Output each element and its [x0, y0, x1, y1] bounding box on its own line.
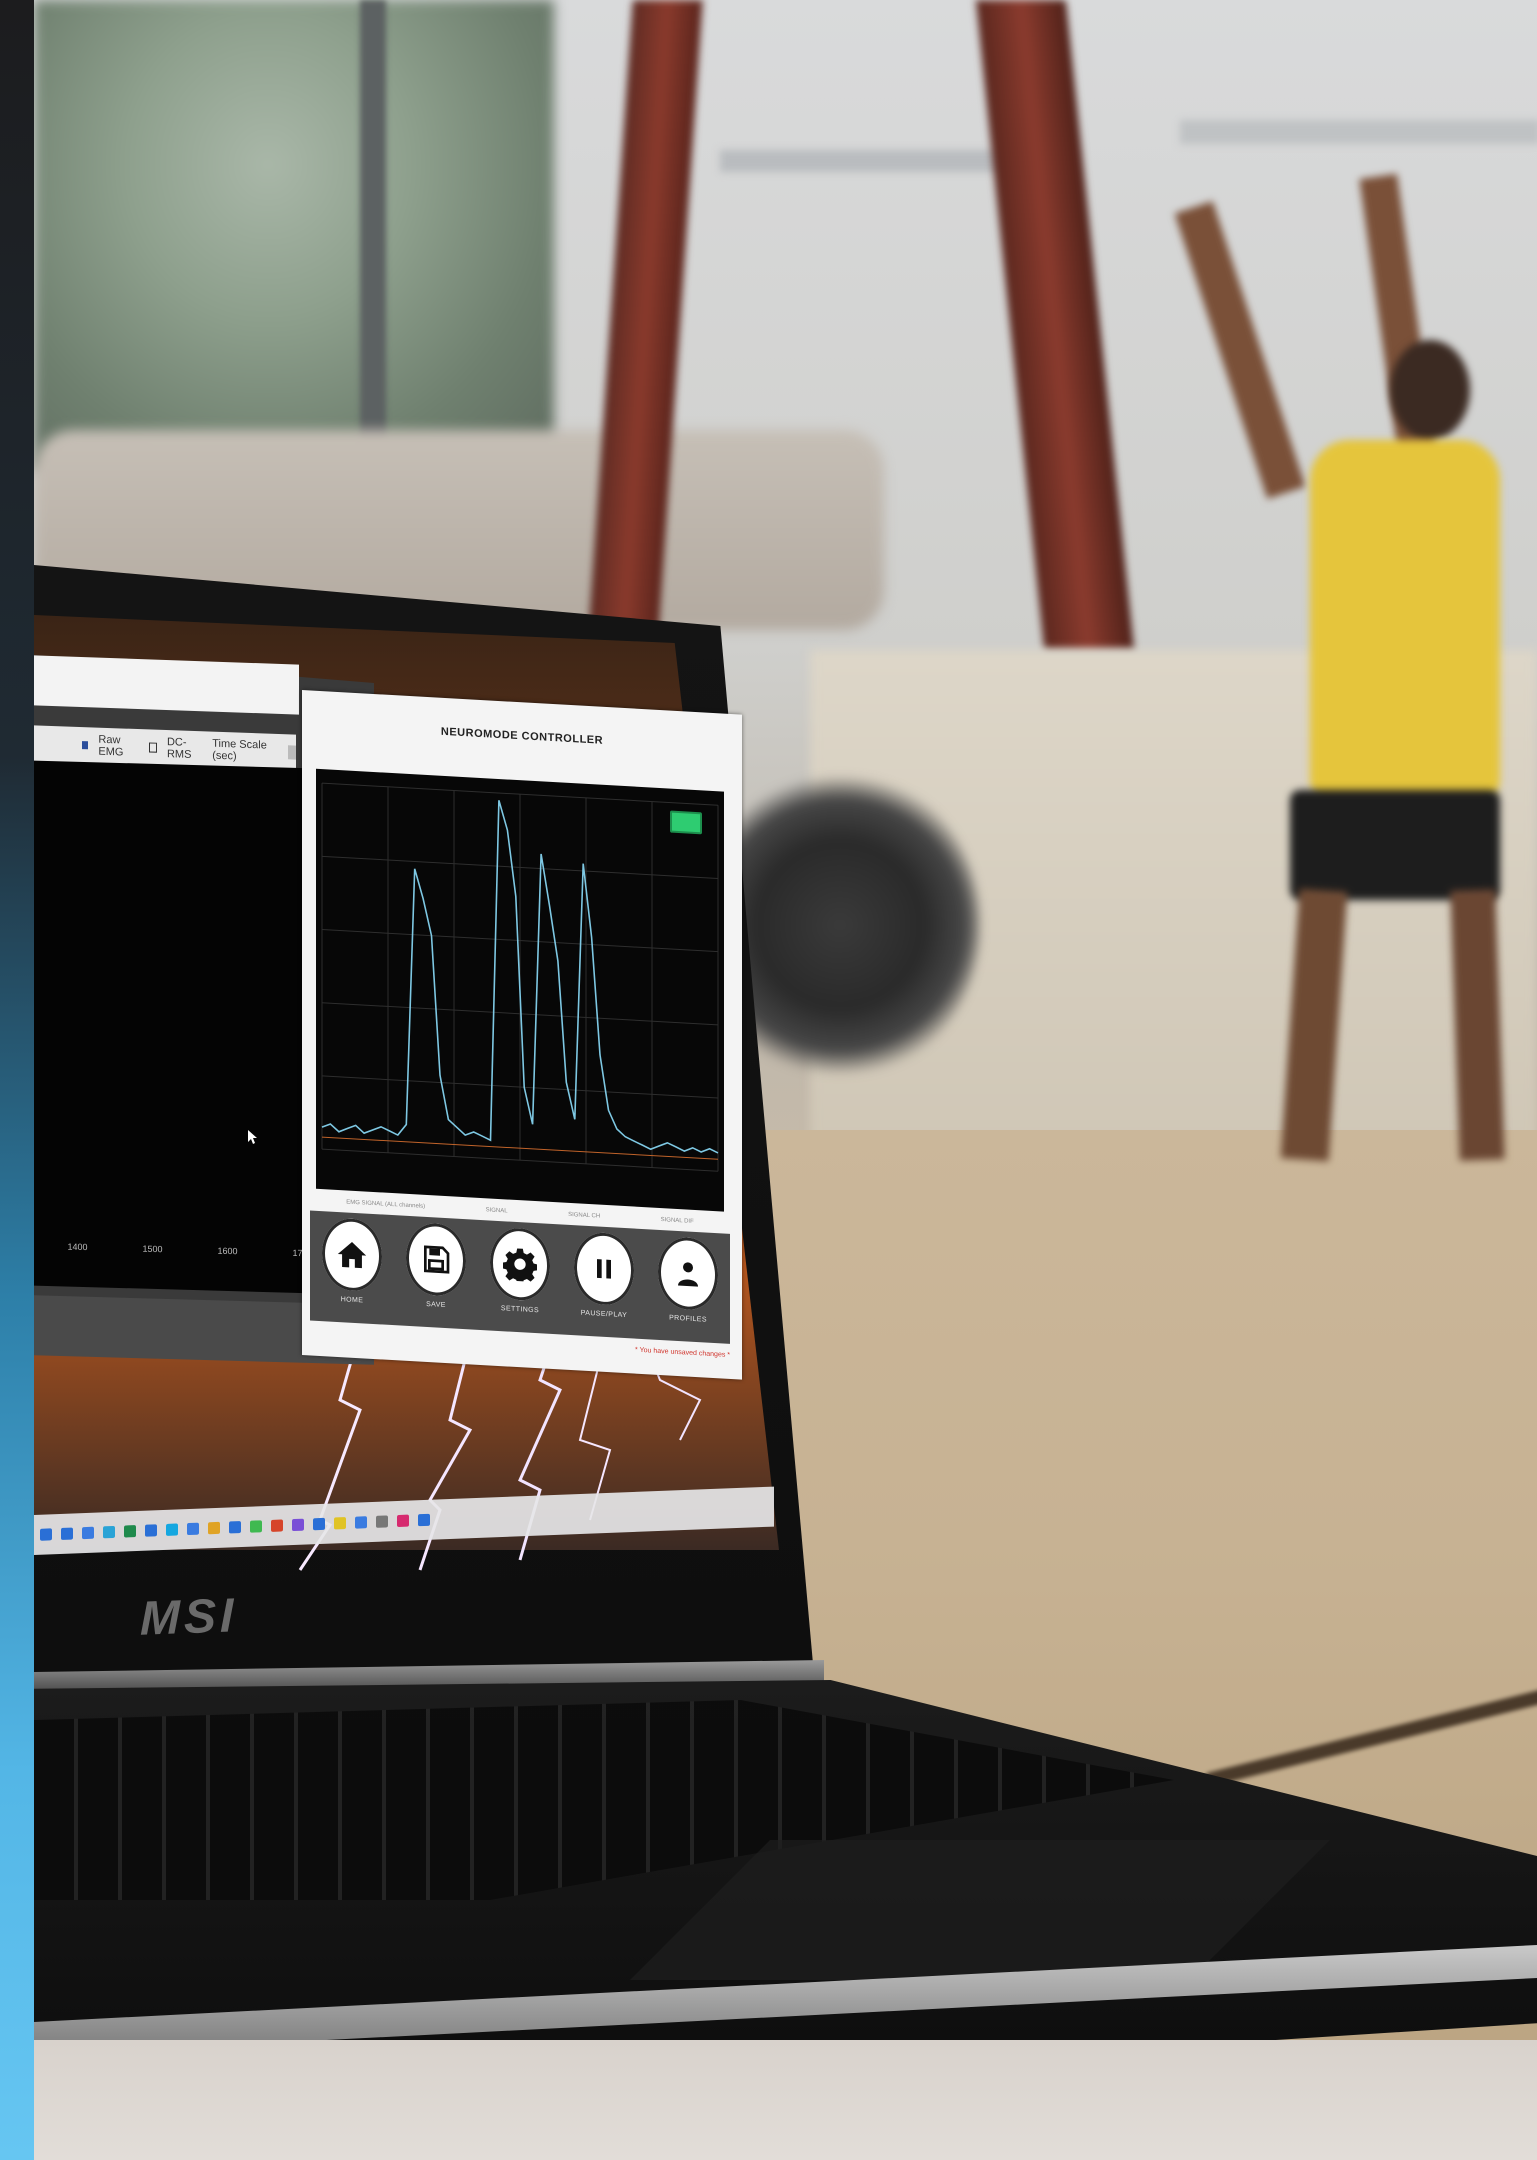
dc-rms-checkbox[interactable]	[148, 742, 157, 753]
taskbar-app-icon[interactable]	[103, 1525, 115, 1539]
person-head	[1390, 340, 1470, 440]
save-button-label: SAVE	[426, 1300, 446, 1310]
taskbar-app-icon[interactable]	[292, 1518, 304, 1532]
save-button[interactable]: SAVE	[403, 1221, 469, 1311]
home-button-circle	[322, 1217, 382, 1293]
pause-play-button[interactable]: PAUSE/PLAY	[571, 1231, 637, 1320]
taskbar-app-icon[interactable]	[334, 1517, 346, 1530]
emg-chart-svg	[321, 782, 719, 1172]
taskbar-app-icon[interactable]	[208, 1521, 220, 1535]
left-window-titlebar[interactable]	[34, 655, 299, 715]
mouse-cursor-icon	[248, 1130, 257, 1144]
taskbar-app-icon[interactable]	[61, 1527, 73, 1540]
table-surface	[34, 2040, 1537, 2160]
taskbar-app-icon[interactable]	[145, 1524, 157, 1537]
profiles-button-label: PROFILES	[669, 1314, 707, 1324]
taskbar-app-icon[interactable]	[271, 1519, 283, 1532]
taskbar-app-icon[interactable]	[418, 1513, 430, 1527]
controller-title: NEUROMODE CONTROLLER	[440, 725, 604, 747]
x-tick: 1600	[217, 1245, 238, 1257]
person-shorts	[1290, 790, 1500, 900]
controller-button-row: HOME SAVE SETTINGS PAUSE/PLAY PROFILES	[310, 1210, 730, 1344]
settings-button-circle	[490, 1226, 550, 1302]
save-button-circle	[406, 1221, 466, 1298]
pause-play-button-label: PAUSE/PLAY	[580, 1309, 628, 1320]
taskbar-app-icon[interactable]	[397, 1514, 409, 1528]
settings-button-label: SETTINGS	[500, 1305, 540, 1315]
legend-item: EMG SIGNAL (ALL channels)	[346, 1199, 426, 1210]
legend-item: SIGNAL	[485, 1207, 508, 1215]
window-frame	[360, 0, 386, 470]
pause-play-button-circle	[574, 1231, 634, 1307]
raw-emg-checkbox[interactable]	[82, 741, 89, 750]
legend-item: SIGNAL DIF	[660, 1217, 694, 1225]
blurred-window	[34, 0, 554, 470]
raw-emg-label: Raw EMG	[98, 733, 124, 759]
taskbar-app-icon[interactable]	[376, 1515, 388, 1528]
battery-icon	[670, 810, 702, 835]
taskbar-app-icon[interactable]	[355, 1516, 367, 1529]
taskbar-app-icon[interactable]	[40, 1528, 52, 1541]
left-gradient-border	[0, 0, 34, 2160]
emg-chart	[316, 768, 724, 1212]
person-leg	[1450, 889, 1505, 1161]
controller-window: NEUROMODE CONTROLLER EMG SIGNAL (ALL cha…	[302, 690, 742, 1380]
x-tick: 1400	[67, 1241, 88, 1253]
unsaved-changes-message: * You have unsaved changes *	[635, 1346, 730, 1359]
wall-shelf	[1180, 120, 1537, 144]
taskbar-app-icon[interactable]	[229, 1521, 241, 1534]
person-icon	[678, 1262, 698, 1287]
dc-rms-label: DC-RMS	[166, 736, 192, 761]
profiles-button[interactable]: PROFILES	[655, 1235, 721, 1325]
taskbar-app-icon[interactable]	[313, 1517, 325, 1531]
home-button-label: HOME	[340, 1296, 364, 1305]
taskbar-app-icon[interactable]	[82, 1526, 94, 1540]
time-scale-stepper[interactable]	[288, 745, 297, 760]
home-icon	[337, 1242, 367, 1269]
pause-icon	[597, 1259, 611, 1279]
taskbar-app-icon[interactable]	[250, 1520, 262, 1533]
taskbar-app-icon[interactable]	[166, 1523, 178, 1536]
home-button[interactable]: HOME	[319, 1217, 385, 1306]
laptop-brand-logo: MSI	[140, 1589, 238, 1646]
time-scale-label: Time Scale (sec)	[212, 737, 267, 763]
photo-scene: Raw EMG DC-RMS Time Scale (sec) 1400 150…	[0, 0, 1537, 2160]
settings-button[interactable]: SETTINGS	[487, 1226, 553, 1315]
gear-icon	[503, 1248, 537, 1283]
taskbar-app-icon[interactable]	[187, 1522, 199, 1536]
legend-item: SIGNAL CH	[568, 1211, 601, 1220]
taskbar-app-icon[interactable]	[124, 1525, 136, 1538]
person-yellow-shirt	[1310, 440, 1500, 800]
x-tick: 1500	[142, 1243, 163, 1255]
profiles-button-circle	[658, 1235, 718, 1312]
save-icon	[424, 1245, 450, 1274]
